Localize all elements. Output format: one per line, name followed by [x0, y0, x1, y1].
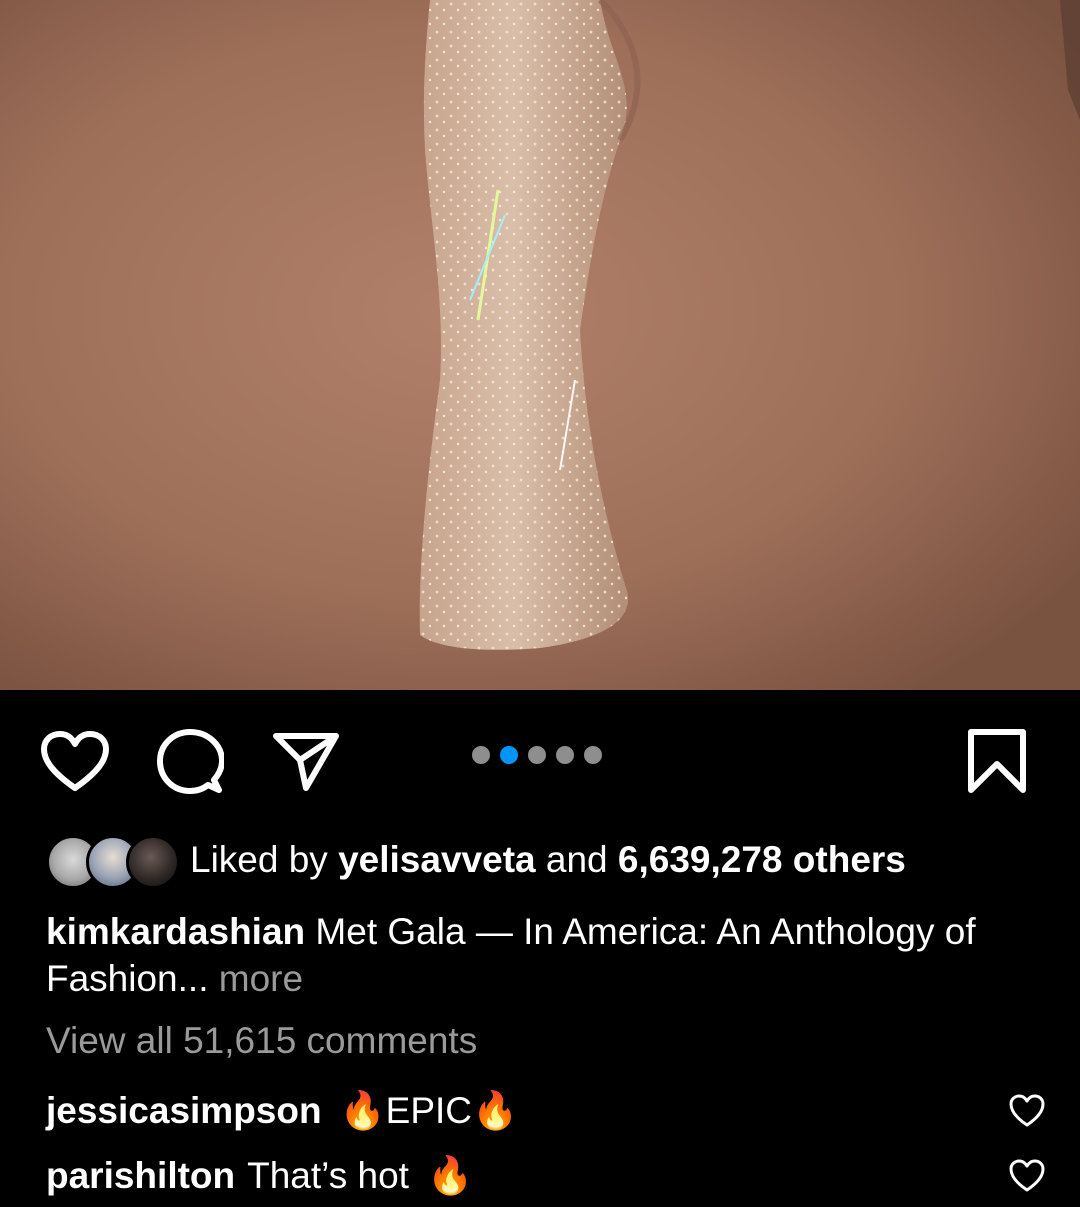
post-caption: kimkardashian Met Gala — In America: An …	[46, 908, 1046, 1002]
comment-text: That’s hot	[247, 1155, 409, 1196]
caption-more-link[interactable]: more	[219, 958, 303, 999]
comment-row: jessicasimpson 🔥 EPIC 🔥	[46, 1086, 1046, 1136]
comment-like-heart-icon[interactable]	[1008, 1159, 1046, 1193]
carousel-indicator	[472, 746, 602, 764]
likes-row[interactable]: Liked by yelisavveta and 6,639,278 other…	[46, 830, 906, 890]
carousel-dot	[472, 746, 490, 764]
comment-text: EPIC	[385, 1090, 473, 1131]
likes-count[interactable]: 6,639,278 others	[618, 839, 906, 880]
post-photo[interactable]	[0, 0, 1080, 690]
comment-like-heart-icon[interactable]	[1008, 1094, 1046, 1128]
dress-illustration	[0, 0, 1080, 690]
comment-username[interactable]: parishilton	[46, 1155, 235, 1197]
paper-plane-icon[interactable]	[272, 730, 340, 792]
comment-bubble-icon[interactable]	[156, 728, 224, 796]
carousel-dot-active	[500, 746, 518, 764]
caption-username[interactable]: kimkardashian	[46, 911, 305, 952]
comment-row: parishilton That’s hot 🔥	[46, 1151, 1046, 1201]
likes-prefix: Liked by	[190, 839, 328, 880]
heart-icon[interactable]	[40, 730, 110, 794]
liker-avatars	[46, 833, 180, 889]
avatar	[126, 835, 180, 889]
comment-username[interactable]: jessicasimpson	[46, 1090, 322, 1132]
liker-username[interactable]: yelisavveta	[338, 839, 536, 880]
likes-middle: and	[545, 839, 608, 880]
bookmark-icon[interactable]	[966, 728, 1028, 794]
fire-emoji-icon: 🔥	[426, 1154, 474, 1196]
carousel-dot	[584, 746, 602, 764]
post-action-bar	[0, 690, 1080, 820]
carousel-dot	[556, 746, 574, 764]
view-all-comments-link[interactable]: View all 51,615 comments	[46, 1020, 477, 1062]
likes-text: Liked by yelisavveta and 6,639,278 other…	[190, 839, 906, 881]
carousel-dot	[528, 746, 546, 764]
fire-emoji-icon: 🔥	[472, 1089, 519, 1131]
fire-emoji-icon: 🔥	[339, 1089, 386, 1131]
